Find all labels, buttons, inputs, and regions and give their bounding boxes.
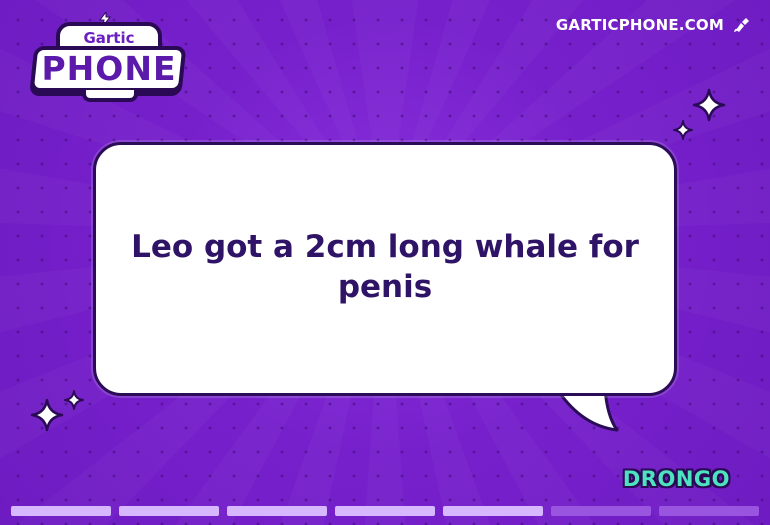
- sparkle-small-icon: [673, 120, 693, 140]
- progress-segment-complete: [119, 506, 219, 516]
- speech-bubble: Leo got a 2cm long whale for penis: [93, 142, 677, 432]
- progress-segment-pending: [551, 506, 651, 516]
- sparkle-icon: [30, 398, 64, 432]
- logo-top-text: Gartic: [83, 29, 135, 47]
- speech-bubble-body: Leo got a 2cm long whale for penis: [93, 142, 677, 396]
- round-progress-bar: [11, 506, 759, 516]
- progress-segment-complete: [335, 506, 435, 516]
- player-name: DRONGO: [622, 467, 730, 491]
- phrase-text: Leo got a 2cm long whale for penis: [131, 229, 639, 305]
- paintbrush-icon: [734, 18, 749, 32]
- progress-segment-complete: [443, 506, 543, 516]
- gartic-phone-logo: Gartic PHONE: [29, 12, 187, 104]
- garticphone-site-link[interactable]: GARTICPHONE.COM: [556, 16, 750, 34]
- logo-bottom-text: PHONE: [41, 49, 177, 88]
- logo-phone-base: [82, 90, 138, 102]
- progress-segment-complete: [227, 506, 327, 516]
- site-link-label: GARTICPHONE.COM: [555, 16, 724, 34]
- sparkle-icon: [692, 88, 726, 122]
- sparkle-small-icon: [64, 390, 84, 410]
- progress-segment-complete: [11, 506, 111, 516]
- progress-segment-pending: [659, 506, 759, 516]
